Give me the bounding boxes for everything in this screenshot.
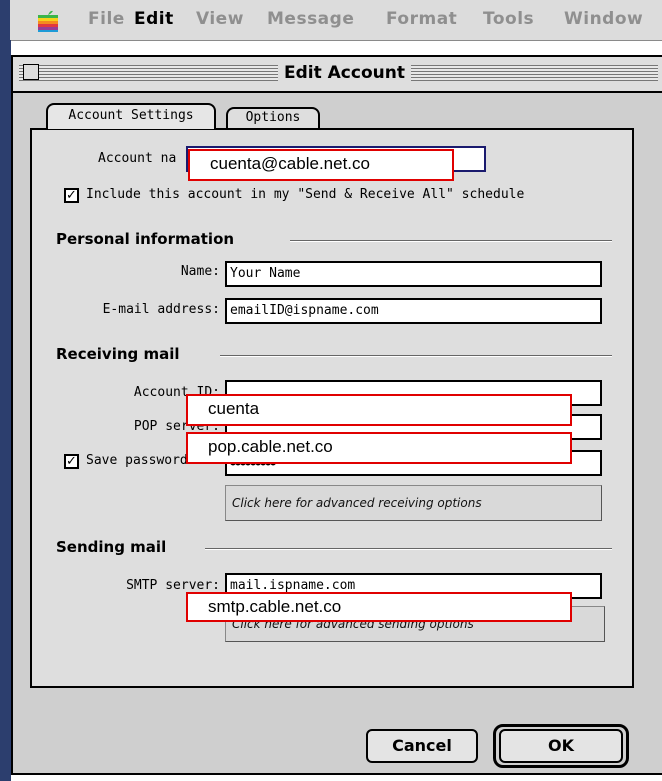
personal-info-divider	[290, 240, 612, 242]
menu-bar: File Edit View Message Format Tools Wind…	[0, 0, 662, 41]
save-password-checkbox[interactable]: ✓	[64, 454, 79, 469]
include-schedule-label: Include this account in my "Send & Recei…	[86, 187, 525, 202]
personal-info-heading: Personal information	[56, 230, 235, 248]
receiving-mail-divider	[220, 355, 612, 357]
tab-options[interactable]: Options	[226, 107, 320, 129]
overlay-account-name: cuenta@cable.net.co	[188, 149, 454, 181]
account-name-label: Account na	[98, 151, 177, 166]
overlay-account-id: cuenta	[186, 394, 572, 426]
sending-mail-divider	[205, 548, 612, 550]
window-title: Edit Account	[278, 63, 411, 83]
receiving-mail-heading: Receiving mail	[56, 345, 180, 363]
title-stripes-right	[405, 65, 658, 81]
desktop-edge-left	[0, 40, 11, 781]
title-stripes-left	[19, 65, 279, 81]
overlay-pop-server: pop.cable.net.co	[186, 432, 572, 464]
smtp-server-label: SMTP server:	[126, 578, 220, 593]
menu-tools[interactable]: Tools	[483, 9, 534, 29]
menu-format[interactable]: Format	[386, 9, 457, 29]
save-password-label: Save password:	[86, 453, 196, 468]
sending-mail-heading: Sending mail	[56, 538, 167, 556]
menu-view[interactable]: View	[196, 9, 244, 29]
name-field[interactable]: Your Name	[225, 261, 602, 287]
menu-message[interactable]: Message	[267, 9, 354, 29]
email-field[interactable]: emailID@ispname.com	[225, 298, 602, 324]
menu-window[interactable]: Window	[564, 9, 643, 29]
email-label: E-mail address:	[102, 302, 220, 317]
title-bar[interactable]: Edit Account	[13, 57, 662, 93]
apple-logo-icon[interactable]	[38, 10, 58, 32]
close-box-button[interactable]	[23, 64, 39, 80]
cancel-button[interactable]: Cancel	[366, 729, 478, 763]
advanced-receiving-button[interactable]: Click here for advanced receiving option…	[225, 485, 602, 521]
menu-file[interactable]: File	[88, 9, 125, 29]
name-label: Name:	[180, 264, 220, 279]
tab-account-settings[interactable]: Account Settings	[46, 103, 216, 129]
include-schedule-checkbox[interactable]: ✓	[64, 188, 79, 203]
menu-edit[interactable]: Edit	[134, 9, 174, 29]
overlay-smtp-server: smtp.cable.net.co	[186, 592, 572, 622]
ok-button[interactable]: OK	[499, 729, 623, 763]
desktop-edge	[0, 0, 10, 40]
